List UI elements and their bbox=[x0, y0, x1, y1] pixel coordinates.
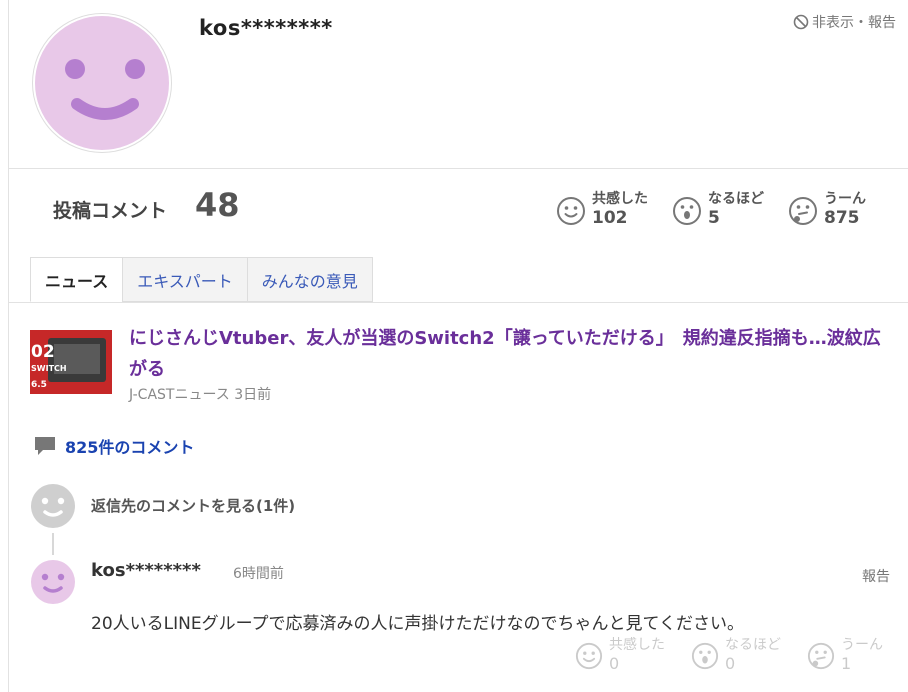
thinking-face-icon bbox=[807, 642, 835, 670]
hide-report-button[interactable]: 非表示・報告 bbox=[793, 12, 896, 32]
comment-tabs: ニュース エキスパート みんなの意見 bbox=[30, 257, 373, 302]
comment-avatar bbox=[31, 560, 75, 604]
reaction-label: なるほど bbox=[725, 637, 781, 653]
smiley-face-icon bbox=[41, 497, 65, 517]
profile-avatar bbox=[33, 14, 171, 152]
speech-bubble-icon bbox=[35, 437, 55, 455]
reaction-count: 5 bbox=[708, 208, 720, 228]
reaction-count: 102 bbox=[592, 208, 628, 228]
hide-report-label: 非表示・報告 bbox=[812, 15, 896, 31]
surprised-icon bbox=[673, 197, 701, 225]
reaction-insight: なるほど 5 bbox=[672, 190, 764, 228]
tab-news[interactable]: ニュース bbox=[30, 257, 123, 302]
comment-reaction-insight[interactable]: なるほど 0 bbox=[691, 636, 781, 674]
smiley-face-icon bbox=[41, 573, 65, 593]
reaction-count: 1 bbox=[841, 654, 852, 673]
smile-icon bbox=[557, 197, 585, 225]
comment-count-link[interactable]: 825件のコメント bbox=[33, 434, 194, 458]
reaction-label: うーん bbox=[841, 637, 883, 653]
reaction-hmm: うーん 875 bbox=[788, 190, 866, 228]
article-source: J-CASTニュース bbox=[129, 387, 230, 403]
reaction-label: 共感した bbox=[609, 637, 665, 653]
smiley-face-icon bbox=[65, 59, 145, 120]
article-title-link[interactable]: にじさんじVtuber、友人が当選のSwitch2「譲っていただける」 規約違反… bbox=[129, 323, 889, 385]
profile-username: kos******** bbox=[199, 16, 333, 40]
posted-comments-label: 投稿コメント bbox=[53, 200, 168, 222]
divider bbox=[9, 168, 908, 169]
article-meta: J-CASTニュース 3日前 bbox=[129, 384, 271, 404]
comment-time: 6時間前 bbox=[233, 566, 284, 582]
reaction-label: なるほど bbox=[708, 191, 764, 207]
comment-reaction-hmm[interactable]: うーん 1 bbox=[807, 636, 883, 674]
comment-count-label: 825件のコメント bbox=[65, 438, 195, 457]
profile-page: kos******** 非表示・報告 投稿コメント 48 共感した 102 なる… bbox=[8, 0, 908, 692]
tab-opinion[interactable]: みんなの意見 bbox=[246, 257, 373, 302]
reaction-label: うーん bbox=[824, 191, 866, 207]
view-reply-target-link[interactable]: 返信先のコメントを見る(1件) bbox=[91, 495, 295, 516]
comment-body: 20人いるLINEグループで応募済みの人に声掛けただけなのでちゃんと見てください… bbox=[91, 614, 745, 634]
comment-reaction-empathy[interactable]: 共感した 0 bbox=[575, 636, 665, 674]
thumbnail-date: 6.5 bbox=[31, 380, 47, 390]
reaction-count: 0 bbox=[725, 654, 736, 673]
article-thumbnail[interactable]: 02 SWITCH 6.5 bbox=[30, 324, 112, 406]
smile-icon bbox=[575, 642, 603, 670]
reaction-empathy: 共感した 102 bbox=[556, 190, 648, 228]
block-icon bbox=[793, 14, 809, 30]
reaction-count: 875 bbox=[824, 208, 860, 228]
comment-username[interactable]: kos******** bbox=[91, 560, 201, 581]
reaction-count: 0 bbox=[609, 654, 620, 673]
tab-expert[interactable]: エキスパート bbox=[122, 257, 247, 302]
thumbnail-text: 02 bbox=[31, 342, 55, 362]
divider bbox=[9, 302, 908, 303]
thumbnail-subtext: SWITCH bbox=[31, 364, 67, 373]
posted-comments-count: 48 bbox=[195, 186, 240, 224]
thread-connector bbox=[52, 533, 54, 555]
reaction-label: 共感した bbox=[592, 191, 648, 207]
comment-report-button[interactable]: 報告 bbox=[862, 566, 890, 586]
reply-target-avatar bbox=[31, 484, 75, 528]
article-time: 3日前 bbox=[234, 387, 272, 403]
thinking-face-icon bbox=[789, 197, 817, 225]
surprised-icon bbox=[691, 642, 719, 670]
